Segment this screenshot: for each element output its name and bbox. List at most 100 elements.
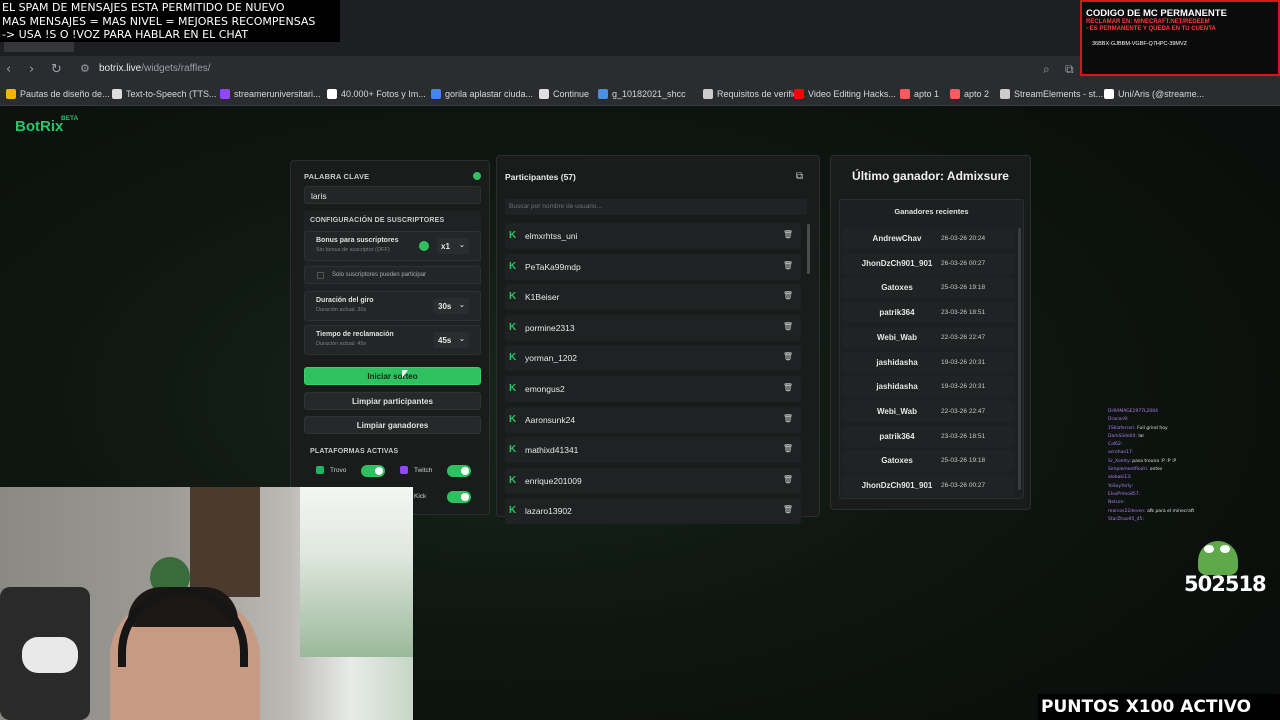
chat-username: Cal62: bbox=[1108, 442, 1123, 448]
trovo-toggle[interactable] bbox=[361, 465, 385, 477]
url-text[interactable]: botrix.live/widgets/raffles/ bbox=[99, 63, 211, 74]
participant-name: PeTaKa99mdp bbox=[525, 261, 581, 272]
trash-icon[interactable]: 🗑 bbox=[783, 444, 793, 453]
bookmark-label: Requisitos de verific... bbox=[717, 89, 806, 99]
winner-name: JhonDzCh901_901 bbox=[861, 481, 933, 490]
sub-bonus-info-icon[interactable] bbox=[419, 241, 429, 251]
bookmark-favicon-icon bbox=[6, 89, 16, 99]
participant-name: mathixd41341 bbox=[525, 445, 579, 456]
forward-icon[interactable]: › bbox=[29, 62, 34, 77]
winner-date: 23-03-26 18:51 bbox=[941, 432, 986, 440]
winner-row: Gatoxes 25-03-26 19:18 bbox=[843, 277, 1015, 299]
subs-only-checkbox[interactable] bbox=[317, 272, 324, 279]
screen: ‹ › ↻ ⚙ botrix.live/widgets/raffles/ ⌕ ⧉… bbox=[0, 0, 1280, 720]
bookmark-item[interactable]: Video Editing Hacks... bbox=[794, 89, 896, 99]
winners-scrollbar[interactable] bbox=[1018, 228, 1021, 490]
info-icon[interactable] bbox=[473, 172, 481, 180]
kick-icon: K bbox=[509, 413, 517, 425]
participant-row: Kyorman_1202 🗑 bbox=[505, 345, 801, 372]
chat-text: afk para el minecraft bbox=[1147, 508, 1195, 514]
trash-icon[interactable]: 🗑 bbox=[783, 475, 793, 484]
chat-message: DrRAMAGE1977L2004 bbox=[1108, 408, 1280, 416]
bookmarks-bar: Pautas de diseño de... Text-to-Speech (TT… bbox=[0, 84, 1280, 106]
kick-icon: K bbox=[509, 321, 517, 333]
trash-icon[interactable]: 🗑 bbox=[783, 322, 793, 331]
bookmark-item[interactable]: Requisitos de verific... bbox=[703, 89, 805, 99]
claim-time-select[interactable]: 45s ⌄ bbox=[433, 332, 469, 348]
trash-icon[interactable]: 🗑 bbox=[783, 230, 793, 239]
bookmark-item[interactable]: apto 1 bbox=[900, 89, 939, 99]
participant-row: K Aaronsunk24 🗑 bbox=[505, 406, 801, 433]
keyword-input[interactable]: laris bbox=[304, 186, 481, 204]
sub-bonus-select[interactable]: x1 ⌄ bbox=[437, 238, 469, 254]
winner-date: 19-03-26 20:31 bbox=[941, 383, 986, 391]
kick-toggle[interactable] bbox=[447, 491, 471, 503]
bookmark-item[interactable]: Text-to-Speech (TTS... bbox=[112, 89, 217, 99]
chat-message: ElsoPrimo857: bbox=[1108, 491, 1280, 499]
bookmark-label: Uni/Aris (@streame... bbox=[1118, 89, 1205, 99]
bookmark-item[interactable]: streameruniversitari... bbox=[220, 89, 321, 99]
bookmark-label: Pautas de diseño de... bbox=[20, 89, 110, 99]
bookmark-item[interactable]: 40.000+ Fotos y Im... bbox=[327, 89, 426, 99]
bookmark-item[interactable]: StreamElements - st... bbox=[1000, 89, 1103, 99]
bookmark-favicon-icon bbox=[598, 89, 608, 99]
kick-icon: K bbox=[509, 444, 517, 456]
install-icon[interactable]: ⧉ bbox=[1065, 62, 1074, 77]
bookmark-item[interactable]: gorila aplastar ciuda... bbox=[431, 89, 533, 99]
twitch-toggle[interactable] bbox=[447, 465, 471, 477]
recent-winners-title: Ganadores recientes bbox=[894, 207, 969, 216]
bookmark-item[interactable]: Uni/Aris (@streame... bbox=[1104, 89, 1204, 99]
winner-row: AndrewChav 26-03-26 20:24 bbox=[843, 228, 1015, 249]
chat-message: SimplementRodri: ontes bbox=[1108, 466, 1280, 474]
bookmark-favicon-icon bbox=[112, 89, 122, 99]
kick-icon: K bbox=[509, 291, 517, 303]
participants-scrollbar[interactable] bbox=[807, 224, 810, 274]
participant-row: Klazaro13902 🗑 bbox=[505, 498, 801, 525]
subs-only-card[interactable]: Solo suscriptores pueden participar bbox=[304, 266, 481, 284]
winner-date: 26-03-26 20:24 bbox=[941, 235, 986, 242]
site-info-icon[interactable]: ⚙ bbox=[80, 62, 90, 75]
spam-notice: EL SPAM DE MENSAJES ESTA PERMITIDO DE NU… bbox=[0, 0, 340, 42]
trash-icon[interactable]: 🗑 bbox=[783, 505, 793, 514]
sub-bonus-card: Bonus para suscriptores Sin bonus de sus… bbox=[304, 231, 481, 261]
bookmark-label: g_10182021_shcc bbox=[612, 89, 686, 99]
winners-panel: Último ganador: Admixsure Ganadores reci… bbox=[830, 155, 1031, 510]
bookmark-item[interactable]: Pautas de diseño de... bbox=[6, 89, 110, 99]
winner-name: patrik364 bbox=[879, 308, 915, 318]
bookmark-item[interactable]: g_10182021_shcc bbox=[598, 89, 686, 99]
trash-icon[interactable]: 🗑 bbox=[783, 414, 793, 423]
start-raffle-button[interactable]: Iniciar sorteo bbox=[304, 367, 481, 385]
bookmark-label: gorila aplastar ciuda... bbox=[445, 89, 534, 99]
chat-message: Nelson: bbox=[1108, 499, 1280, 507]
sub-bonus-sub: Sin bonus de suscriptor (OFF) bbox=[316, 247, 390, 253]
chat-text: Full grind hoy bbox=[1137, 425, 1168, 431]
bookmark-item[interactable]: Continue bbox=[539, 89, 589, 99]
participant-search-input[interactable]: Buscar por nombre de usuario... bbox=[505, 199, 807, 215]
clear-winners-button[interactable]: Limpiar ganadores bbox=[304, 416, 481, 434]
bookmark-item[interactable]: apto 2 bbox=[950, 89, 989, 99]
chat-username: marcos22deven: bbox=[1108, 508, 1146, 514]
search-icon[interactable]: ⌕ bbox=[1043, 62, 1050, 77]
kick-label: Kick bbox=[414, 493, 427, 500]
trash-icon[interactable]: 🗑 bbox=[783, 261, 793, 270]
winner-date: 19-03-26 20:31 bbox=[941, 358, 986, 366]
chat-message: Sr_Xomty: pasa trouna :P :P :P bbox=[1108, 458, 1280, 466]
trash-icon[interactable]: 🗑 bbox=[783, 383, 793, 392]
bookmark-label: streameruniversitari... bbox=[234, 89, 321, 99]
bookmark-favicon-icon bbox=[327, 89, 337, 99]
claim-time-label: Tiempo de reclamación bbox=[316, 331, 394, 338]
chat-message: Cal62: bbox=[1108, 441, 1280, 449]
points-counter: 502518 bbox=[1184, 572, 1267, 596]
back-icon[interactable]: ‹ bbox=[6, 62, 11, 77]
copy-icon[interactable]: ⧉ bbox=[796, 171, 803, 182]
botrix-logo[interactable]: BotRix bbox=[15, 118, 63, 135]
chat-message: 1Sklaferrari: Full grind hoy bbox=[1108, 425, 1280, 433]
trash-icon[interactable]: 🗑 bbox=[783, 291, 793, 300]
clear-participants-button[interactable]: Limpiar participantes bbox=[304, 392, 481, 410]
spin-duration-select[interactable]: 30s ⌄ bbox=[433, 298, 469, 314]
trash-icon[interactable]: 🗑 bbox=[783, 352, 793, 361]
spam-line-1: EL SPAM DE MENSAJES ESTA PERMITIDO DE NU… bbox=[2, 1, 285, 14]
winner-date: 26-03-26 00:27 bbox=[941, 482, 986, 489]
chat-username: Sr_Xomty: bbox=[1108, 458, 1131, 464]
reload-icon[interactable]: ↻ bbox=[51, 62, 62, 77]
